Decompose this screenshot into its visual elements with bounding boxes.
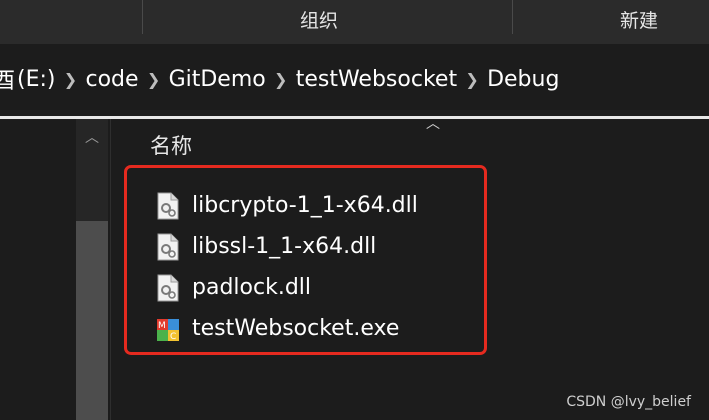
ribbon: 组织 新建 <box>0 0 709 45</box>
ribbon-separator <box>512 0 513 34</box>
chevron-right-icon[interactable]: ❯ <box>139 70 169 89</box>
nav-pane-scrollbar[interactable]: ︿ <box>76 119 108 420</box>
scroll-up-arrow-icon[interactable]: ︿ <box>76 127 108 147</box>
breadcrumb-testwebsocket[interactable]: testWebsocket <box>296 67 457 92</box>
breadcrumb-gitdemo[interactable]: GitDemo <box>169 67 266 92</box>
breadcrumb-debug[interactable]: Debug <box>487 67 559 92</box>
chevron-right-icon[interactable]: ❯ <box>266 70 296 89</box>
ribbon-group-organize[interactable]: 组织 <box>300 6 338 33</box>
breadcrumb: ⾣ (E:) ❯ code ❯ GitDemo ❯ testWebsocket … <box>0 64 559 95</box>
ribbon-group-new[interactable]: 新建 <box>620 6 658 33</box>
scroll-thumb[interactable] <box>76 221 108 420</box>
chevron-right-icon[interactable]: ❯ <box>457 70 487 89</box>
drive-letter-partial-icon: ⾣ <box>0 69 16 94</box>
breadcrumb-code[interactable]: code <box>86 67 139 92</box>
breadcrumb-drive[interactable]: (E:) <box>17 67 55 92</box>
watermark: CSDN @lvy_belief <box>566 394 691 410</box>
chevron-right-icon[interactable]: ❯ <box>56 70 86 89</box>
ribbon-separator <box>142 0 143 34</box>
red-highlight-box <box>124 165 487 355</box>
sort-ascending-icon: ︿ <box>426 116 440 132</box>
column-header-name[interactable]: 名称 <box>150 130 192 160</box>
